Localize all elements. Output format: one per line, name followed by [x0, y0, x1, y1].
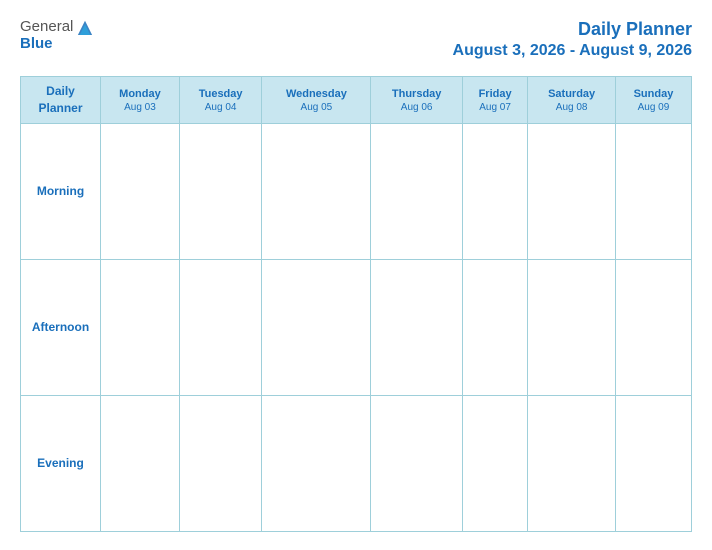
cell-afternoon-wednesday[interactable] [262, 259, 371, 395]
row-label-afternoon: Afternoon [21, 259, 101, 395]
cell-evening-thursday[interactable] [371, 395, 462, 531]
planner-table: Daily Planner Monday Aug 03 Tuesday Aug … [20, 76, 692, 532]
cell-morning-friday[interactable] [462, 123, 528, 259]
table-row-afternoon: Afternoon [21, 259, 692, 395]
cell-afternoon-saturday[interactable] [528, 259, 616, 395]
col-header-saturday: Saturday Aug 08 [528, 77, 616, 124]
cell-morning-monday[interactable] [101, 123, 180, 259]
cell-afternoon-sunday[interactable] [615, 259, 691, 395]
cell-evening-sunday[interactable] [615, 395, 691, 531]
cell-afternoon-thursday[interactable] [371, 259, 462, 395]
cell-evening-tuesday[interactable] [179, 395, 261, 531]
cell-afternoon-friday[interactable] [462, 259, 528, 395]
col-header-monday: Monday Aug 03 [101, 77, 180, 124]
table-label-header: Daily Planner [21, 77, 101, 124]
date-range: August 3, 2026 - August 9, 2026 [453, 41, 692, 62]
cell-morning-tuesday[interactable] [179, 123, 261, 259]
row-label-morning: Morning [21, 123, 101, 259]
cell-evening-saturday[interactable] [528, 395, 616, 531]
logo-icon [76, 19, 94, 35]
page-header: General Blue Daily Planner August 3, 202… [20, 18, 692, 62]
cell-afternoon-tuesday[interactable] [179, 259, 261, 395]
col-header-wednesday: Wednesday Aug 05 [262, 77, 371, 124]
cell-afternoon-monday[interactable] [101, 259, 180, 395]
col-header-tuesday: Tuesday Aug 04 [179, 77, 261, 124]
page-title: Daily Planner [453, 18, 692, 41]
cell-morning-wednesday[interactable] [262, 123, 371, 259]
table-row-evening: Evening [21, 395, 692, 531]
row-label-evening: Evening [21, 395, 101, 531]
cell-morning-sunday[interactable] [615, 123, 691, 259]
table-row-morning: Morning [21, 123, 692, 259]
logo-blue-text: Blue [20, 35, 53, 52]
cell-morning-saturday[interactable] [528, 123, 616, 259]
cell-evening-friday[interactable] [462, 395, 528, 531]
cell-evening-wednesday[interactable] [262, 395, 371, 531]
col-header-thursday: Thursday Aug 06 [371, 77, 462, 124]
logo: General Blue [20, 18, 94, 53]
title-block: Daily Planner August 3, 2026 - August 9,… [453, 18, 692, 62]
cell-morning-thursday[interactable] [371, 123, 462, 259]
logo-general-text: General [20, 18, 73, 35]
table-header-row: Daily Planner Monday Aug 03 Tuesday Aug … [21, 77, 692, 124]
col-header-friday: Friday Aug 07 [462, 77, 528, 124]
cell-evening-monday[interactable] [101, 395, 180, 531]
col-header-sunday: Sunday Aug 09 [615, 77, 691, 124]
